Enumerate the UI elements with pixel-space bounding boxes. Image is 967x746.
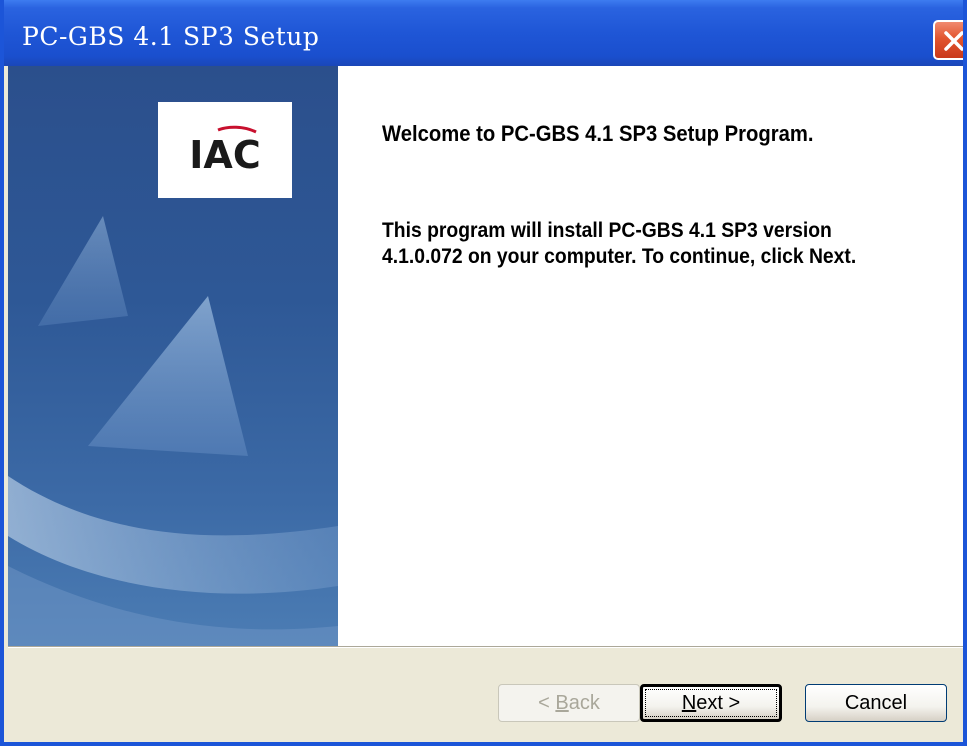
install-description: This program will install PC-GBS 4.1 SP3… (382, 219, 857, 268)
svg-text:IAC: IAC (189, 133, 260, 177)
company-logo: IAC (158, 102, 292, 198)
close-button[interactable] (933, 20, 963, 60)
cancel-button[interactable]: Cancel (805, 684, 947, 722)
back-label-suffix: ack (568, 692, 600, 714)
welcome-heading: Welcome to PC-GBS 4.1 SP3 Setup Program. (382, 121, 814, 146)
focus-ring (645, 689, 777, 717)
back-label-prefix: < (538, 692, 556, 714)
content-panel: Welcome to PC-GBS 4.1 SP3 Setup Program.… (338, 66, 963, 646)
title-bar[interactable]: PC-GBS 4.1 SP3 Setup (4, 0, 963, 66)
close-icon (944, 31, 963, 51)
button-divider (8, 646, 963, 648)
back-button[interactable]: < Back (498, 684, 640, 722)
next-button[interactable]: Next > (640, 684, 782, 722)
window-title: PC-GBS 4.1 SP3 Setup (22, 22, 320, 51)
side-banner: IAC (8, 66, 338, 646)
iac-logo-icon: IAC (189, 125, 261, 177)
setup-window: PC-GBS 4.1 SP3 Setup IAC Welcome to PC-G… (0, 0, 967, 746)
back-label-accel: B (555, 692, 569, 714)
